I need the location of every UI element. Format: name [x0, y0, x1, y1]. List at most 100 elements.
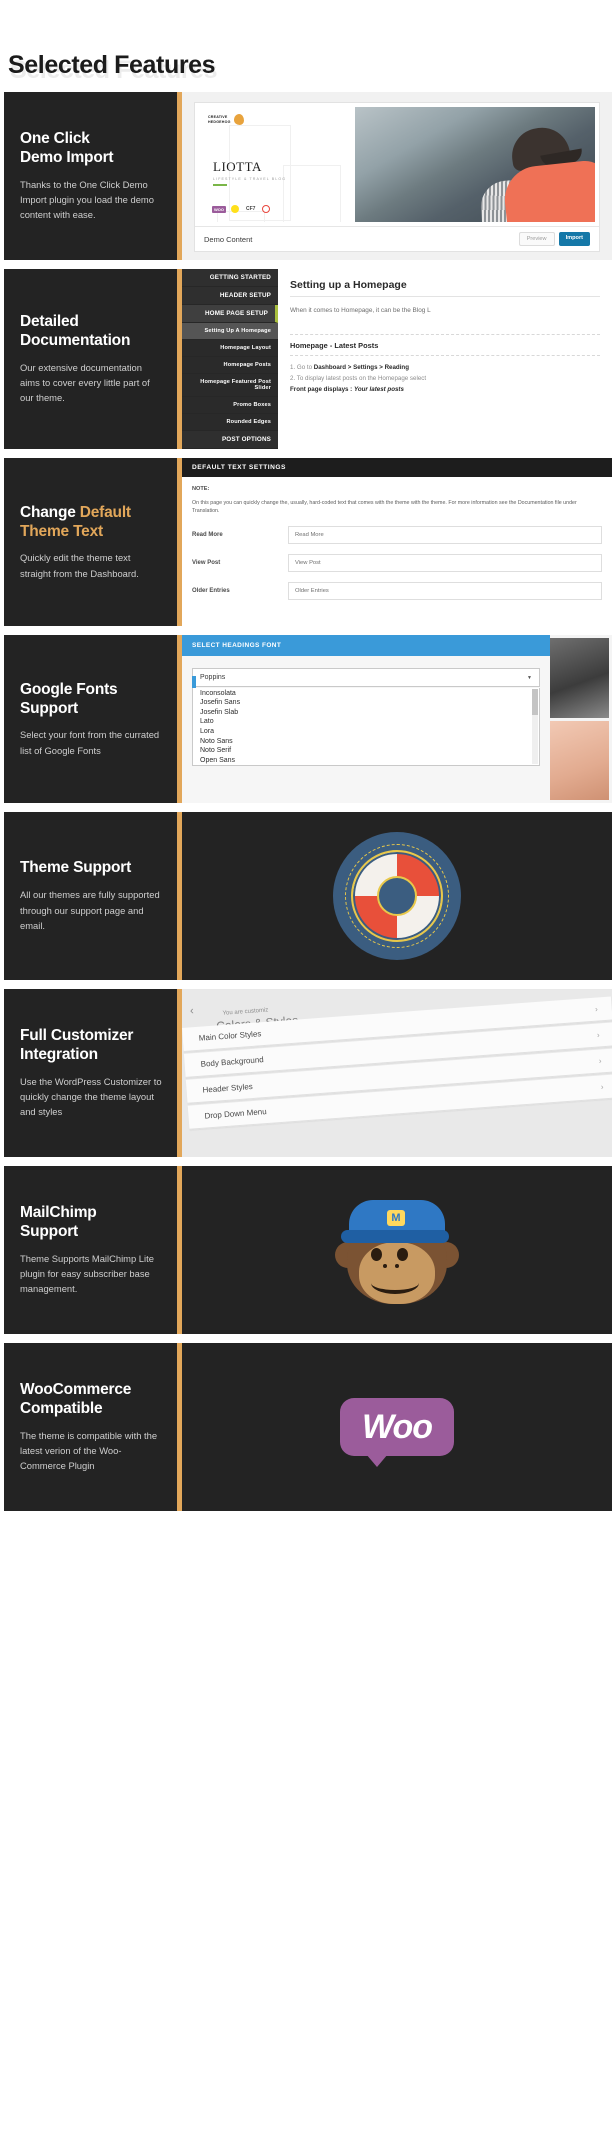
font-option[interactable]: Noto Serif — [193, 746, 539, 756]
woocommerce-logo-icon: Woo — [339, 1398, 454, 1468]
monkey-hat-brim — [341, 1230, 449, 1244]
dts-input-older-entries[interactable]: Older Entries — [288, 581, 602, 600]
doc-nav-home-page-setup[interactable]: HOME PAGE SETUP — [182, 305, 278, 324]
feature-text-panel: Full Customizer Integration Use the Word… — [4, 989, 182, 1158]
feature-title-line2: Theme Text — [20, 522, 103, 540]
feature-text-panel: MailChimp Support Theme Supports MailChi… — [4, 1166, 182, 1335]
customizer-row-label: Drop Down Menu — [204, 1107, 267, 1121]
feature-title-line2: Support — [20, 699, 79, 717]
feature-text-panel: WooCommerce Compatible The theme is comp… — [4, 1343, 182, 1512]
font-picker-header: SELECT HEADINGS FONT — [182, 635, 550, 657]
plugin-icons: WOO CF7 — [212, 205, 271, 214]
feature-card-one-click-demo-import[interactable]: One Click Demo Import Thanks to the One … — [4, 92, 612, 261]
dts-label-older-entries: Older Entries — [192, 587, 230, 594]
liotta-brand-tagline: LIFESTYLE & TRAVEL BLOG — [213, 177, 287, 182]
feature-title-line2: Compatible — [20, 1399, 103, 1417]
feature-text-panel: Theme Support All our themes are fully s… — [4, 812, 182, 981]
feature-description: Select your font from the currated list … — [20, 729, 160, 756]
feature-title-line1: One Click — [20, 129, 90, 147]
page-header: Selected Features Selected Features — [0, 0, 616, 92]
doc-heading: Setting up a Homepage — [290, 279, 600, 298]
feature-title: Detailed Documentation — [20, 313, 163, 351]
feature-preview: GETTING STARTED HEADER SETUP HOME PAGE S… — [182, 269, 612, 450]
documentation-screenshot: GETTING STARTED HEADER SETUP HOME PAGE S… — [182, 269, 612, 450]
doc-nav-promo-boxes[interactable]: Promo Boxes — [182, 397, 278, 415]
dts-note-label: NOTE: — [192, 486, 210, 493]
woocommerce-logo-tail — [365, 1454, 388, 1468]
font-preview-images — [550, 635, 612, 803]
doc-nav-rounded-edges[interactable]: Rounded Edges — [182, 414, 278, 432]
feature-title-line2: Integration — [20, 1045, 98, 1063]
customizer-screenshot: ‹ You are customiz Colors & Styles Main … — [182, 989, 612, 1158]
woocommerce-illustration: Woo — [182, 1343, 612, 1512]
feature-text-panel: Google Fonts Support Select your font fr… — [4, 635, 182, 804]
feature-title-line1: Google Fonts — [20, 680, 118, 698]
chevron-down-icon: ▼ — [527, 674, 532, 681]
feature-card-mailchimp-support[interactable]: MailChimp Support Theme Supports MailChi… — [4, 1166, 612, 1335]
feature-title: Theme Support — [20, 859, 163, 878]
feature-description: Use the WordPress Customizer to quickly … — [20, 1075, 162, 1118]
mailchimp-illustration: M — [182, 1166, 612, 1335]
doc-nav-post-options[interactable]: POST OPTIONS — [182, 431, 278, 450]
customizer-row-label: Body Background — [200, 1055, 265, 1069]
feature-description: The theme is compatible with the latest … — [20, 1429, 158, 1472]
doc-nav-getting-started[interactable]: GETTING STARTED — [182, 269, 278, 288]
documentation-content: Setting up a Homepage When it comes to H… — [278, 269, 612, 450]
feature-card-theme-support[interactable]: Theme Support All our themes are fully s… — [4, 812, 612, 981]
feature-title: WooCommerce Compatible — [20, 1381, 163, 1419]
feature-title-line2: Demo Import — [20, 148, 114, 166]
feature-title: Change Default Theme Text — [20, 504, 163, 542]
feature-title-line1: Full Customizer — [20, 1026, 134, 1044]
font-options-list[interactable]: Inconsolata Josefin Sans Josefin Slab La… — [192, 688, 540, 766]
font-option[interactable]: Josefin Sans — [193, 698, 539, 708]
feature-card-google-fonts-support[interactable]: Google Fonts Support Select your font fr… — [4, 635, 612, 804]
feature-card-change-default-theme-text[interactable]: Change Default Theme Text Quickly edit t… — [4, 458, 612, 627]
font-option[interactable]: Inconsolata — [193, 688, 539, 698]
page-title: Selected Features — [8, 51, 216, 79]
support-illustration — [182, 812, 612, 981]
feature-preview: CREATIVE HEDGEHOG LIOTTA LIFESTYLE & TRA… — [182, 92, 612, 261]
demo-content-bar: Demo Content Preview Import — [195, 226, 599, 252]
doc-nav-homepage-featured-post-slider[interactable]: Homepage Featured Post Slider — [182, 374, 278, 398]
contact-form-7-icon: CF7 — [246, 206, 256, 213]
doc-paragraph: When it comes to Homepage, it can be the… — [290, 307, 431, 315]
feature-preview: M — [182, 1166, 612, 1335]
doc-nav-setting-up-a-homepage[interactable]: Setting Up A Homepage — [182, 323, 278, 341]
font-select-value: Poppins — [200, 674, 226, 682]
preview-image-light — [550, 720, 609, 801]
feature-title: Google Fonts Support — [20, 681, 163, 719]
import-button[interactable]: Import — [558, 232, 590, 247]
font-option[interactable]: Open Sans — [193, 755, 539, 765]
doc-nav-header-setup[interactable]: HEADER SETUP — [182, 287, 278, 306]
font-option[interactable]: Lato — [193, 717, 539, 727]
feature-text-panel: Detailed Documentation Our extensive doc… — [4, 269, 182, 450]
feature-title-line1: MailChimp — [20, 1203, 97, 1221]
preview-button[interactable]: Preview — [518, 232, 555, 247]
dts-note-body: On this page you can quickly change the,… — [192, 500, 577, 515]
demo-thumbnail-hero — [355, 107, 595, 223]
font-option[interactable]: Josefin Slab — [193, 707, 539, 717]
chevron-right-icon: › — [598, 1056, 602, 1066]
doc-nav-homepage-layout[interactable]: Homepage Layout — [182, 340, 278, 358]
doc-nav-homepage-posts[interactable]: Homepage Posts — [182, 357, 278, 375]
font-select[interactable]: Poppins ▼ — [192, 668, 540, 688]
feature-card-full-customizer-integration[interactable]: Full Customizer Integration Use the Word… — [4, 989, 612, 1158]
feature-card-woocommerce-compatible[interactable]: WooCommerce Compatible The theme is comp… — [4, 1343, 612, 1512]
logo-line-2: HEDGEHOG — [208, 119, 231, 124]
dts-input-view-post[interactable]: View Post — [288, 553, 602, 572]
feature-title-line1: Detailed — [20, 312, 79, 330]
feature-title-line1: WooCommerce — [20, 1380, 132, 1398]
chevron-right-icon: › — [594, 1004, 599, 1014]
documentation-sidebar[interactable]: GETTING STARTED HEADER SETUP HOME PAGE S… — [182, 269, 278, 450]
feature-text-panel: Change Default Theme Text Quickly edit t… — [4, 458, 182, 627]
font-option[interactable]: Lora — [193, 727, 539, 737]
liotta-brand-name: LIOTTA — [213, 159, 262, 175]
dts-row-read-more: Read More Read More — [192, 525, 602, 544]
feature-card-detailed-documentation[interactable]: Detailed Documentation Our extensive doc… — [4, 269, 612, 450]
dts-body: NOTE: On this page you can quickly chang… — [182, 477, 612, 608]
font-list-scrollbar-thumb[interactable] — [532, 689, 538, 716]
font-option[interactable]: Noto Sans — [193, 736, 539, 746]
blue-marker-top — [192, 676, 196, 688]
feature-title-line2: Documentation — [20, 331, 131, 349]
dts-input-read-more[interactable]: Read More — [288, 525, 602, 544]
